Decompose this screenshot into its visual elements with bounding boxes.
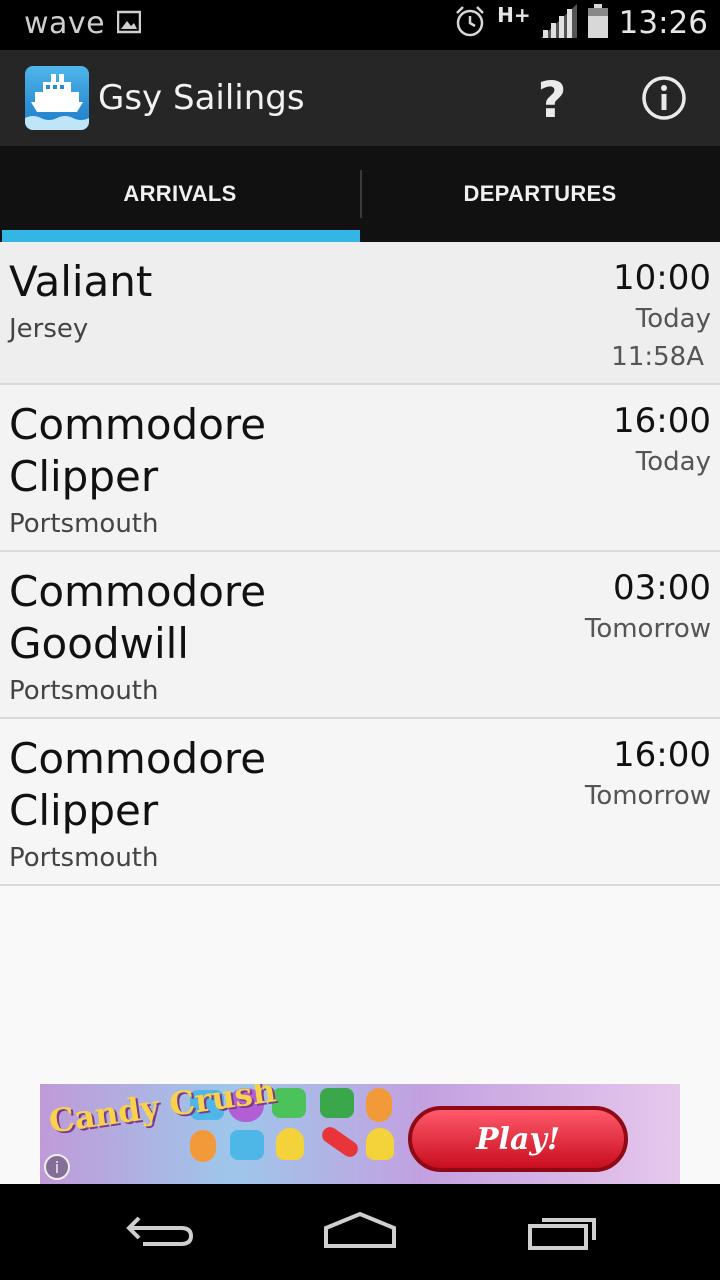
vessel-name: Valiant	[9, 257, 153, 306]
clock: 13:26	[618, 5, 708, 41]
vessel-name-line-2: Clipper	[9, 452, 159, 501]
home-button[interactable]	[310, 1202, 410, 1262]
sailings-list: Valiant Jersey 10:00 Today 11:58A Commod…	[0, 242, 720, 1184]
ad-play-label: Play!	[476, 1121, 560, 1157]
tab-departures[interactable]: DEPARTURES	[360, 146, 720, 242]
sailing-day: Today	[635, 304, 711, 334]
list-item[interactable]: Commodore Goodwill Portsmouth 03:00 Tomo…	[0, 552, 720, 719]
ad-play-button[interactable]: Play!	[408, 1106, 628, 1172]
list-item[interactable]: Valiant Jersey 10:00 Today 11:58A	[0, 242, 720, 385]
app-title: Gsy Sailings	[98, 78, 305, 118]
actual-time: 11:58A	[611, 342, 704, 372]
sailing-time: 16:00	[613, 735, 711, 775]
ad-info-icon[interactable]: i	[44, 1154, 70, 1180]
back-button[interactable]	[110, 1202, 210, 1262]
port-name: Portsmouth	[9, 676, 159, 706]
vessel-name-line-1: Commodore	[9, 400, 267, 449]
candy-shape	[366, 1128, 394, 1160]
info-icon	[641, 75, 687, 125]
port-name: Portsmouth	[9, 843, 159, 873]
candy-shape	[276, 1128, 304, 1160]
network-type: H+	[497, 3, 531, 27]
image-icon	[116, 10, 142, 38]
battery-icon	[587, 4, 609, 42]
candy-shape	[319, 1123, 361, 1161]
navigation-bar	[0, 1184, 720, 1280]
port-name: Jersey	[9, 314, 89, 344]
list-item[interactable]: Commodore Clipper Portsmouth 16:00 Today	[0, 385, 720, 552]
list-item[interactable]: Commodore Clipper Portsmouth 16:00 Tomor…	[0, 719, 720, 886]
selected-tab-indicator	[2, 230, 360, 242]
vessel-name-line-1: Commodore	[9, 567, 267, 616]
sailing-day: Tomorrow	[584, 781, 711, 811]
signal-icon	[540, 4, 577, 42]
candy-shape	[230, 1130, 264, 1160]
recent-apps-button[interactable]	[512, 1202, 612, 1262]
ferry-icon[interactable]	[25, 66, 89, 130]
sailing-time: 03:00	[613, 568, 711, 608]
tab-bar: ARRIVALS DEPARTURES	[0, 146, 720, 242]
alarm-icon	[453, 4, 487, 42]
tab-arrivals[interactable]: ARRIVALS	[0, 146, 360, 242]
recent-apps-icon	[526, 1210, 598, 1254]
port-name: Portsmouth	[9, 509, 159, 539]
status-bar: wave H+ 13:26	[0, 0, 720, 50]
sailing-time: 10:00	[613, 258, 711, 298]
ad-banner[interactable]: Candy Crush Play! i	[40, 1084, 680, 1184]
sailing-time: 16:00	[613, 401, 711, 441]
home-icon	[322, 1210, 398, 1254]
help-button[interactable]: ?	[520, 68, 584, 132]
vessel-name-line-2: Clipper	[9, 786, 159, 835]
question-mark-icon: ?	[537, 71, 567, 129]
sailing-day: Today	[635, 447, 711, 477]
info-button[interactable]	[632, 68, 696, 132]
carrier-label: wave	[24, 6, 106, 41]
vessel-name-line-1: Commodore	[9, 734, 267, 783]
candy-shape	[320, 1088, 354, 1118]
candy-shape	[190, 1130, 216, 1162]
candy-shape	[366, 1088, 392, 1122]
vessel-name-line-2: Goodwill	[9, 619, 189, 668]
back-icon	[125, 1210, 195, 1254]
action-bar: Gsy Sailings ?	[0, 50, 720, 146]
sailing-day: Tomorrow	[584, 614, 711, 644]
